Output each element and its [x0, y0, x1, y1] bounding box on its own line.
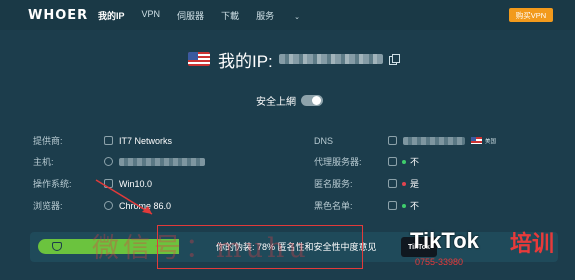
- training-watermark: 培训: [510, 231, 555, 256]
- host-value-redacted: [119, 157, 205, 166]
- anonymity-label: 匿名服务:: [314, 179, 353, 189]
- proxy-label: 代理服务器:: [314, 157, 362, 167]
- safe-browsing-toggle[interactable]: [301, 95, 323, 106]
- buy-vpn-button[interactable]: 购买VPN: [509, 8, 553, 22]
- top-navigation-bar: WHOER 我的IP VPN 伺服器 下載 服务 ⌄ 购买VPN: [0, 0, 575, 30]
- proxy-value: 不: [410, 157, 420, 167]
- anonymity-value-group: 是: [388, 177, 419, 190]
- info-row-proxy: 代理服务器:: [314, 155, 362, 168]
- ip-label: 我的IP:: [218, 51, 273, 71]
- copy-icon[interactable]: [388, 54, 400, 65]
- anonymity-value: 是: [410, 179, 420, 189]
- proxy-icon: [388, 157, 397, 166]
- nav-my-ip[interactable]: 我的IP: [98, 9, 125, 22]
- ip-address-redacted: [278, 54, 383, 64]
- main-nav: 我的IP VPN 伺服器 下載 服务 ⌄: [98, 9, 334, 22]
- host-label: 主机:: [33, 157, 54, 167]
- host-value-group: [104, 155, 205, 168]
- anonymity-icon: [388, 179, 397, 188]
- info-row-host: 主机:: [33, 155, 54, 168]
- info-row-anonymity: 匿名服务:: [314, 177, 353, 190]
- network-icon: [104, 136, 113, 145]
- us-flag-small-icon: [471, 137, 482, 144]
- nav-vpn[interactable]: VPN: [142, 9, 161, 22]
- nav-services[interactable]: 服务 ⌄: [256, 9, 317, 22]
- dns-label: DNS: [314, 135, 334, 146]
- host-icon: [104, 157, 113, 166]
- nav-servers[interactable]: 伺服器: [177, 9, 204, 22]
- status-green-dot: [402, 203, 406, 208]
- safe-browsing-label: 安全上網: [256, 97, 296, 108]
- provider-label: 提供商:: [33, 136, 63, 146]
- nav-download[interactable]: 下載: [221, 9, 239, 22]
- proxy-value-group: 不: [388, 155, 419, 168]
- provider-value: IT7 Networks: [119, 135, 173, 146]
- browser-label: 浏览器:: [33, 201, 63, 211]
- blacklist-value: 不: [410, 201, 420, 211]
- us-flag-icon: [188, 52, 210, 66]
- tiktok-watermark: TikTok: [410, 228, 479, 253]
- nav-services-label: 服务: [256, 11, 275, 21]
- blacklist-icon: [388, 201, 397, 210]
- safe-browsing-row: 安全上網: [256, 93, 323, 108]
- annotation-arrow: [95, 179, 153, 215]
- provider-value-group: IT7 Networks: [104, 134, 172, 147]
- blacklist-value-group: 不: [388, 199, 419, 212]
- status-green-dot: [402, 159, 406, 164]
- dns-value-group: 美国: [388, 134, 496, 147]
- info-row-browser: 浏览器:: [33, 199, 63, 212]
- status-red-dot: [402, 181, 406, 186]
- mask-icon: [52, 242, 62, 251]
- dns-icon: [388, 136, 397, 145]
- dns-value-redacted: [403, 136, 465, 145]
- info-row-dns: DNS: [314, 134, 333, 147]
- wechat-watermark: 微信号：muhu: [92, 233, 310, 264]
- chevron-down-icon: ⌄: [294, 14, 300, 21]
- info-row-os: 操作系统:: [33, 177, 72, 190]
- ip-display: 我的IP:: [188, 48, 400, 71]
- info-row-provider: 提供商:: [33, 134, 63, 147]
- phone-watermark: 0755-33980: [415, 257, 464, 267]
- dns-country: 美国: [485, 138, 497, 145]
- whoer-logo[interactable]: WHOER: [28, 8, 88, 23]
- info-row-blacklist: 黑色名单:: [314, 199, 353, 212]
- os-label: 操作系统:: [33, 179, 72, 189]
- blacklist-label: 黑色名单:: [314, 201, 353, 211]
